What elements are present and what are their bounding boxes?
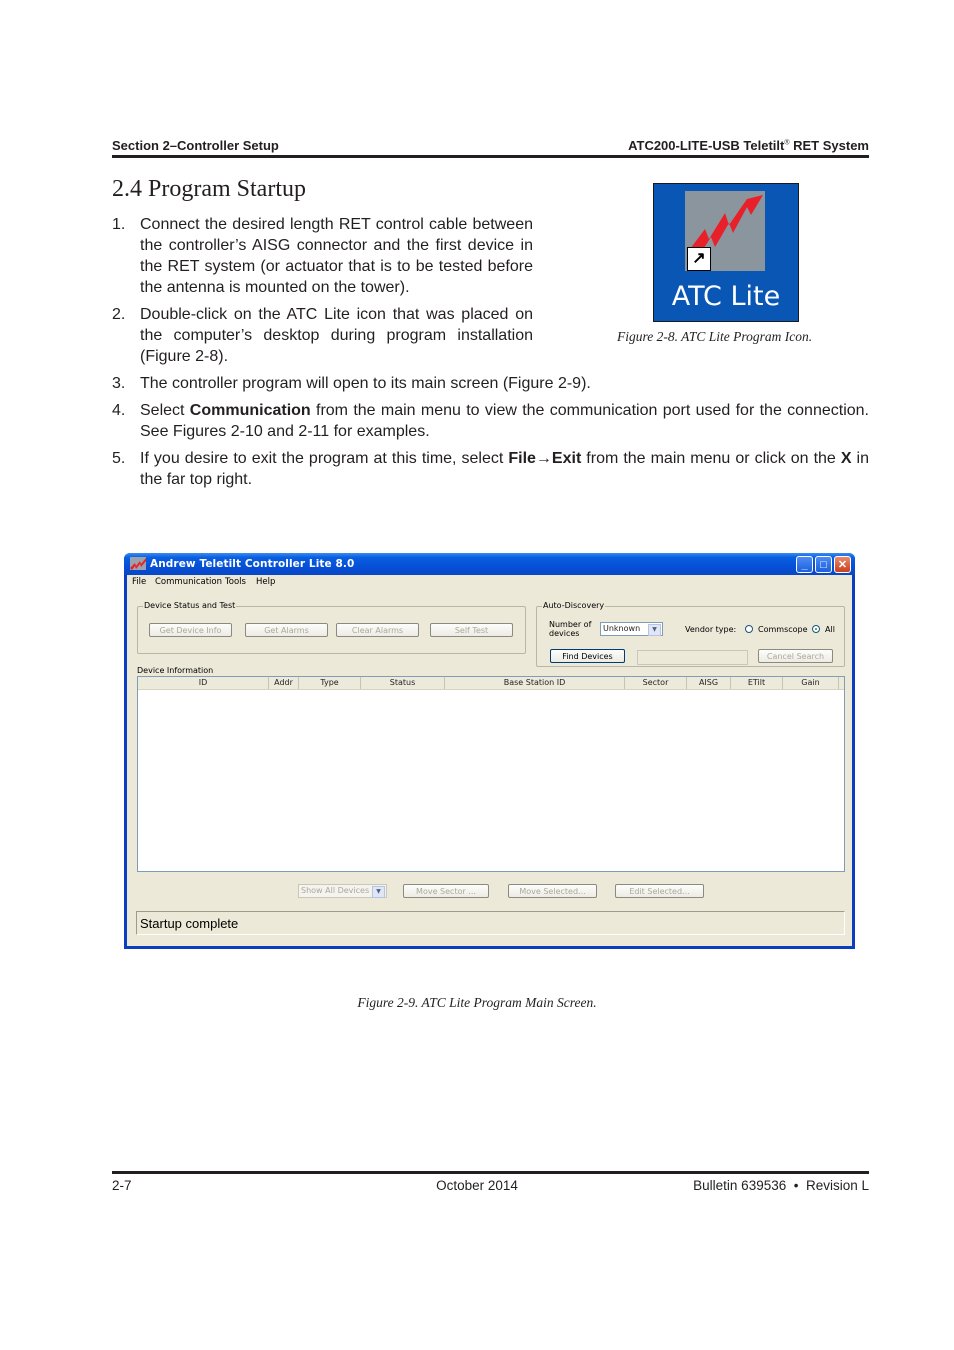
maximize-button[interactable]: □ [815, 556, 832, 573]
step-text: Select Communication from the main menu … [140, 400, 869, 442]
close-reference: X [840, 450, 852, 467]
device-list[interactable]: ID Addr Type Status Base Station ID Sect… [137, 676, 845, 872]
selected-value: Show All Devices [301, 886, 370, 895]
get-device-info-button[interactable]: Get Device Info [149, 623, 232, 637]
number-of-devices-select[interactable]: Unknown ▼ [600, 622, 663, 636]
step-text: Connect the desired length RET control c… [140, 216, 533, 296]
column-header-base-station-id[interactable]: Base Station ID [445, 677, 625, 689]
figure-caption: Figure 2-9. ATC Lite Program Main Screen… [357, 995, 597, 1010]
product-suffix: RET System [789, 138, 869, 153]
chevron-down-icon[interactable]: ▼ [648, 624, 661, 636]
atc-lite-desktop-icon[interactable]: ↗ ATC Lite [653, 183, 799, 322]
group-label: Auto-Discovery [542, 601, 606, 610]
number-of-devices-label-2: devices [549, 629, 580, 638]
step-number: 3. [112, 375, 126, 392]
step-number: 2. [112, 306, 126, 323]
menu-communication[interactable]: Communication [155, 577, 222, 587]
move-sector-button[interactable]: Move Sector ... [403, 884, 489, 898]
chevron-down-icon[interactable]: ▼ [372, 886, 385, 898]
step-text: Double-click on the ATC Lite icon that w… [140, 306, 533, 365]
menu-file[interactable]: File [132, 577, 146, 587]
step-text-part: If you desire to exit the program at thi… [140, 450, 509, 467]
shortcut-arrow-icon: ↗ [687, 247, 711, 271]
column-header-etilt[interactable]: ETilt [731, 677, 783, 689]
column-header-sector[interactable]: Sector [625, 677, 687, 689]
menu-help[interactable]: Help [256, 577, 275, 587]
get-alarms-button[interactable]: Get Alarms [245, 623, 328, 637]
vendor-commscope-radio[interactable] [745, 625, 753, 633]
header-rule [112, 155, 869, 158]
footer-rule [112, 1171, 869, 1174]
device-status-group: Device Status and Test Get Device Info G… [137, 601, 526, 654]
device-filter-select[interactable]: Show All Devices ▼ [298, 884, 387, 898]
column-header-status[interactable]: Status [361, 677, 445, 689]
product-name: ATC200-LITE-USB Teletilt [628, 138, 785, 153]
device-list-header: ID Addr Type Status Base Station ID Sect… [138, 677, 844, 690]
menu-tools[interactable]: Tools [225, 577, 246, 587]
title-bar[interactable]: Andrew Teletilt Controller Lite 8.0 _ □ … [124, 553, 855, 575]
app-logo-icon [130, 557, 146, 570]
section-title: 2.4 Program Startup [112, 176, 306, 202]
bulletin-revision: Bulletin 639536 • Revision L [693, 1178, 869, 1193]
find-devices-button[interactable]: Find Devices [550, 649, 625, 663]
column-header-aisg[interactable]: AISG [687, 677, 731, 689]
column-header-type[interactable]: Type [299, 677, 361, 689]
running-header-product: ATC200-LITE-USB Teletilt® RET System [628, 138, 869, 153]
figure-caption: Figure 2-8. ATC Lite Program Icon. [617, 329, 813, 344]
cancel-search-button[interactable]: Cancel Search [758, 649, 833, 663]
status-text: Startup complete [140, 916, 239, 931]
move-selected-button[interactable]: Move Selected... [508, 884, 597, 898]
step-text-part: from the main menu or click on the [581, 450, 841, 467]
close-button[interactable]: ✕ [834, 556, 851, 573]
vendor-commscope-label[interactable]: Commscope [758, 625, 808, 634]
number-of-devices-label: Number of [549, 620, 592, 629]
search-progress-field [637, 650, 748, 665]
menu-bar: File Communication Tools Help [127, 575, 852, 589]
status-bar: Startup complete [136, 911, 845, 935]
vendor-all-radio[interactable] [812, 625, 820, 633]
window-client-area: File Communication Tools Help Device Sta… [127, 575, 852, 946]
vendor-all-label[interactable]: All [825, 625, 835, 634]
selected-value: Unknown [603, 624, 641, 633]
running-header-section: Section 2–Controller Setup [112, 138, 279, 153]
step-text: The controller program will open to its … [140, 375, 591, 392]
clear-alarms-button[interactable]: Clear Alarms [336, 623, 419, 637]
self-test-button[interactable]: Self Test [430, 623, 513, 637]
minimize-button[interactable]: _ [796, 556, 813, 573]
step-number: 5. [112, 450, 126, 467]
menu-reference: Communication [189, 402, 311, 419]
step-number: 1. [112, 216, 126, 233]
device-information-label: Device Information [137, 666, 214, 675]
edit-selected-button[interactable]: Edit Selected... [615, 884, 704, 898]
menu-reference: File→Exit [508, 450, 582, 467]
column-header-addr[interactable]: Addr [269, 677, 299, 689]
app-window: Andrew Teletilt Controller Lite 8.0 _ □ … [124, 553, 855, 949]
step-text: If you desire to exit the program at thi… [140, 448, 869, 490]
icon-label: ATC Lite [671, 281, 781, 312]
step-number: 4. [112, 402, 126, 419]
vendor-type-label: Vendor type: [685, 625, 737, 634]
group-label: Device Status and Test [143, 601, 237, 610]
step-text-part: Select [140, 402, 190, 419]
column-header-gain[interactable]: Gain [783, 677, 839, 689]
window-title: Andrew Teletilt Controller Lite 8.0 [150, 558, 355, 570]
column-header-id[interactable]: ID [138, 677, 269, 689]
